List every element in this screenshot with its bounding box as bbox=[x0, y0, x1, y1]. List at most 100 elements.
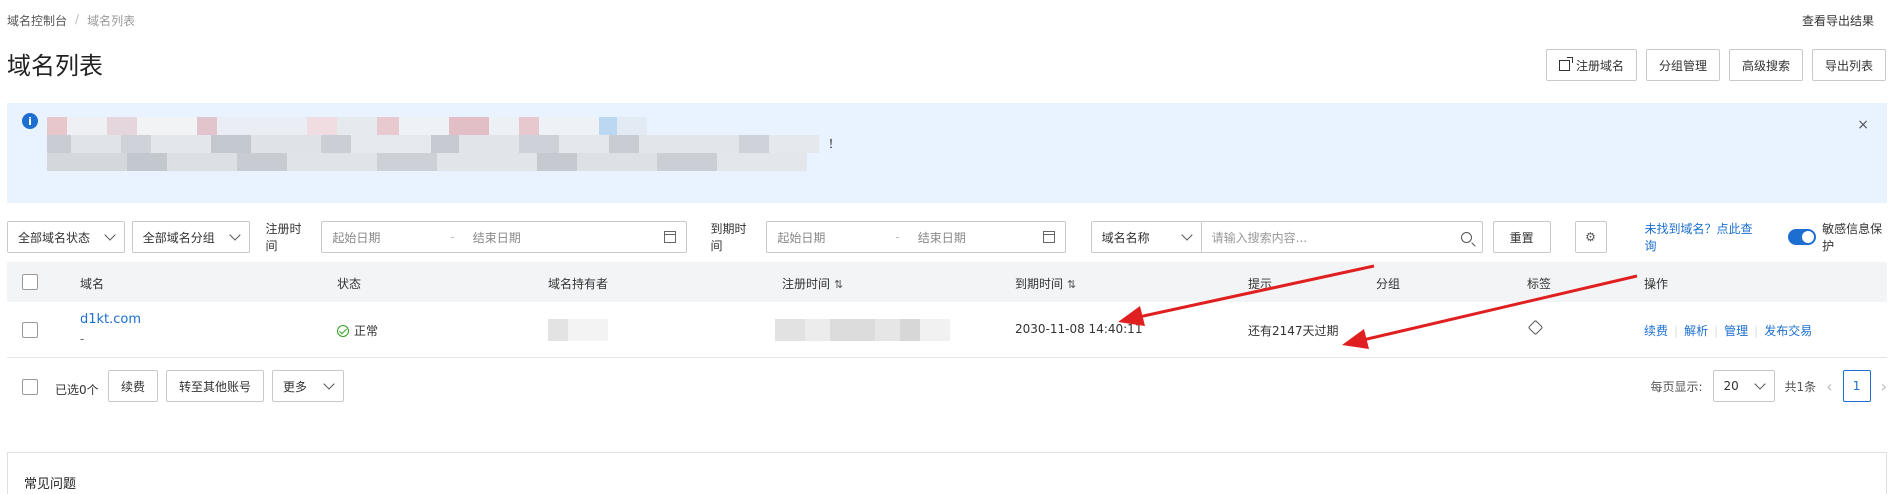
advanced-search-button[interactable]: 高级搜索 bbox=[1728, 49, 1803, 81]
breadcrumb-separator: / bbox=[75, 12, 80, 26]
search-input[interactable]: 请输入搜索内容... bbox=[1202, 222, 1482, 252]
next-page-icon[interactable]: › bbox=[1881, 377, 1887, 396]
per-page-select[interactable]: 20 bbox=[1712, 370, 1775, 402]
col-group: 分组 bbox=[1376, 277, 1401, 291]
page-number[interactable]: 1 bbox=[1842, 370, 1871, 402]
gear-icon[interactable]: ⚙ bbox=[1574, 221, 1607, 253]
chevron-down-icon bbox=[228, 229, 241, 241]
search-placeholder: 请输入搜索内容... bbox=[1211, 230, 1308, 245]
col-actions: 操作 bbox=[1644, 277, 1669, 291]
col-status: 状态 bbox=[337, 277, 362, 291]
chevron-down-icon bbox=[1181, 229, 1193, 241]
blurred-notice-text bbox=[47, 117, 647, 135]
sort-icon[interactable]: ⇅ bbox=[834, 278, 843, 291]
batch-checkbox[interactable] bbox=[22, 379, 38, 395]
status-cell: 正常 bbox=[337, 322, 378, 339]
calendar-icon bbox=[663, 231, 676, 243]
breadcrumb-root[interactable]: 域名控制台 bbox=[7, 12, 67, 29]
exp-time-label: 到期时间 bbox=[710, 222, 747, 253]
chevron-down-icon bbox=[104, 229, 116, 241]
blurred-holder bbox=[548, 319, 608, 341]
domain-sub: - bbox=[80, 332, 85, 346]
calendar-icon bbox=[1042, 231, 1055, 243]
sensitive-info-label: 敏感信息保护 bbox=[1822, 222, 1883, 253]
manage-link[interactable]: 管理 bbox=[1724, 322, 1748, 339]
divider: | bbox=[1754, 323, 1759, 338]
publish-trade-link[interactable]: 发布交易 bbox=[1764, 322, 1812, 339]
group-manage-button[interactable]: 分组管理 bbox=[1645, 49, 1720, 81]
prev-page-icon[interactable]: ‹ bbox=[1826, 377, 1832, 396]
close-icon[interactable]: × bbox=[1857, 117, 1869, 133]
selected-count: 已选0个 bbox=[55, 383, 99, 397]
more-select[interactable]: 更多 bbox=[272, 370, 345, 402]
search-field-select[interactable]: 域名名称 bbox=[1092, 222, 1202, 252]
divider: | bbox=[1714, 323, 1719, 338]
dns-link[interactable]: 解析 bbox=[1684, 322, 1708, 339]
col-reg-time[interactable]: 注册时间 ⇅ bbox=[782, 275, 843, 292]
reg-start-placeholder: 起始日期 bbox=[332, 230, 381, 245]
export-results-link[interactable]: 查看导出结果 bbox=[1802, 12, 1874, 29]
table-header: 域名 状态 域名持有者 注册时间 ⇅ 到期时间 ⇅ 提示 分组 标签 操作 bbox=[7, 262, 1887, 302]
notice-banner: i ！ × bbox=[7, 103, 1887, 203]
range-dash: - bbox=[895, 230, 900, 244]
group-select-value: 全部域名分组 bbox=[142, 230, 215, 245]
select-all-checkbox[interactable] bbox=[22, 274, 38, 290]
col-tag: 标签 bbox=[1527, 277, 1552, 291]
reg-time-label: 注册时间 bbox=[265, 222, 302, 253]
batch-bar: 已选0个 续费 转至其他账号 更多 每页显示: 20 共1条 ‹ 1 › bbox=[7, 370, 1887, 404]
col-hint: 提示 bbox=[1248, 277, 1273, 291]
status-text: 正常 bbox=[354, 324, 379, 338]
divider: | bbox=[1674, 323, 1679, 338]
tag-icon[interactable] bbox=[1527, 319, 1544, 336]
pagination: 每页显示: 20 共1条 ‹ 1 › bbox=[1650, 370, 1887, 402]
notice-exclamation: ！ bbox=[828, 137, 841, 151]
reset-button[interactable]: 重置 bbox=[1492, 221, 1551, 253]
transfer-account-button[interactable]: 转至其他账号 bbox=[166, 370, 265, 402]
chevron-down-icon bbox=[1753, 378, 1766, 390]
breadcrumb: 域名控制台 / 域名列表 bbox=[7, 12, 135, 29]
check-circle-icon bbox=[337, 325, 349, 337]
reg-end-placeholder: 结束日期 bbox=[472, 230, 521, 245]
table-row: d1kt.com - 正常 2030-11-08 14:40:11 还有2147… bbox=[7, 302, 1887, 358]
range-dash: - bbox=[450, 230, 455, 244]
per-page-value: 20 bbox=[1723, 379, 1739, 393]
col-holder: 域名持有者 bbox=[548, 277, 609, 291]
sort-icon[interactable]: ⇅ bbox=[1067, 278, 1076, 291]
search-icon[interactable] bbox=[1460, 231, 1472, 243]
domain-link[interactable]: d1kt.com bbox=[80, 312, 141, 327]
tag-cell[interactable] bbox=[1527, 319, 1544, 336]
chevron-down-icon bbox=[323, 378, 335, 390]
sensitive-info-toggle[interactable] bbox=[1788, 229, 1817, 245]
col-domain: 域名 bbox=[80, 277, 105, 291]
reg-date-range[interactable]: 起始日期 - 结束日期 bbox=[321, 221, 687, 253]
register-domain-button[interactable]: 注册域名 bbox=[1545, 49, 1637, 81]
export-list-button[interactable]: 导出列表 bbox=[1811, 49, 1886, 81]
more-label: 更多 bbox=[283, 379, 308, 394]
top-actions: 注册域名 分组管理 高级搜索 导出列表 bbox=[1545, 49, 1886, 81]
filter-bar: 全部域名状态 全部域名分组 注册时间 起始日期 - 结束日期 到期时间 起始日期… bbox=[7, 221, 1894, 253]
blurred-reg-time bbox=[775, 319, 950, 341]
search-field-value: 域名名称 bbox=[1101, 230, 1150, 245]
hint-cell: 还有2147天过期 bbox=[1248, 324, 1339, 338]
exp-end-placeholder: 结束日期 bbox=[917, 230, 966, 245]
per-page-label: 每页显示: bbox=[1650, 379, 1703, 394]
col-exp-time[interactable]: 到期时间 ⇅ bbox=[1015, 275, 1076, 292]
col-exp-time-label: 到期时间 bbox=[1015, 277, 1064, 291]
group-select[interactable]: 全部域名分组 bbox=[131, 221, 250, 253]
exp-time-cell: 2030-11-08 14:40:11 bbox=[1015, 322, 1143, 336]
total-count: 共1条 bbox=[1784, 379, 1817, 394]
status-select[interactable]: 全部域名状态 bbox=[7, 221, 125, 253]
col-reg-time-label: 注册时间 bbox=[782, 277, 831, 291]
row-checkbox[interactable] bbox=[22, 322, 38, 338]
register-domain-label: 注册域名 bbox=[1575, 58, 1624, 73]
row-actions: 续费 | 解析 | 管理 | 发布交易 bbox=[1644, 322, 1812, 339]
batch-renew-button[interactable]: 续费 bbox=[108, 370, 159, 402]
breadcrumb-current: 域名列表 bbox=[87, 14, 136, 28]
info-icon: i bbox=[22, 113, 38, 129]
not-found-query-link[interactable]: 未找到域名？点此查询 bbox=[1645, 220, 1765, 254]
faq-panel: 常见问题 bbox=[7, 452, 1887, 494]
renew-link[interactable]: 续费 bbox=[1644, 322, 1668, 339]
search-group: 域名名称 请输入搜索内容... bbox=[1090, 221, 1483, 253]
exp-date-range[interactable]: 起始日期 - 结束日期 bbox=[766, 221, 1066, 253]
faq-title: 常见问题 bbox=[24, 477, 77, 492]
